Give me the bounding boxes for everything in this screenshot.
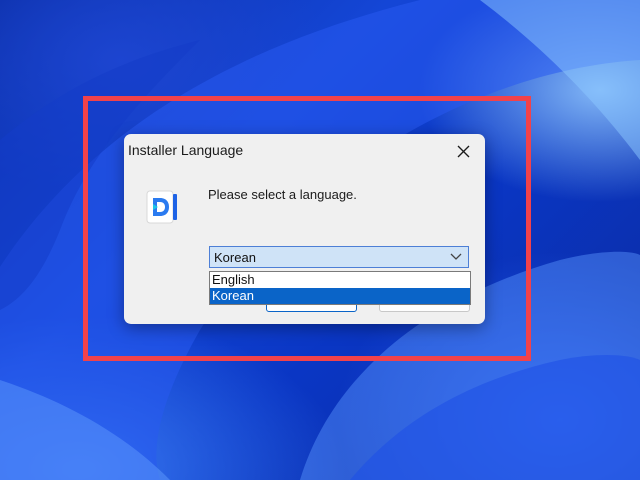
dialog-title: Installer Language <box>128 142 244 158</box>
language-dropdown-list: English Korean <box>209 271 471 305</box>
installer-language-dialog: Installer Language Please select a langu… <box>124 134 485 324</box>
language-option-korean[interactable]: Korean <box>210 288 470 304</box>
app-logo-icon <box>146 190 177 224</box>
close-button[interactable] <box>447 138 479 164</box>
language-select-value: Korean <box>214 250 256 265</box>
prompt-text: Please select a language. <box>208 187 357 202</box>
language-select[interactable]: Korean <box>209 246 469 268</box>
close-icon <box>457 145 469 157</box>
language-option-english[interactable]: English <box>210 272 470 288</box>
chevron-down-icon <box>450 253 462 260</box>
desktop-background: Installer Language Please select a langu… <box>0 0 640 480</box>
